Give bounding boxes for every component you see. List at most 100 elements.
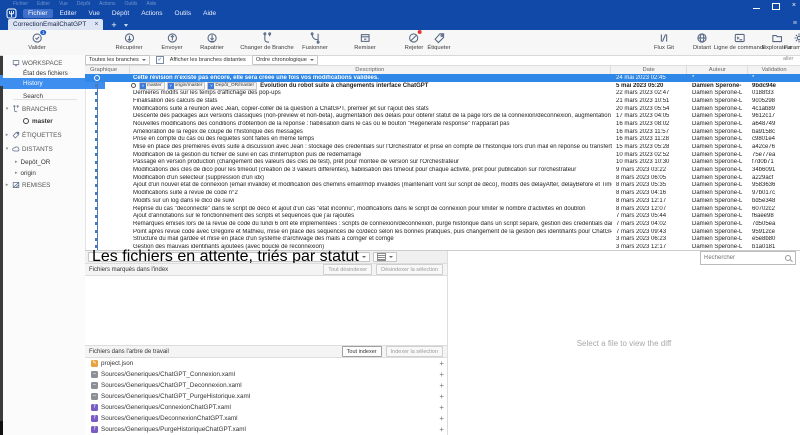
- file-row[interactable]: − Sources/Generiques/ChatGPT_Deconnexion…: [85, 380, 447, 391]
- commit-date: 20 mars 2023 05:54: [612, 106, 688, 112]
- commit-row[interactable]: Modifications des clés de dico pour les …: [85, 166, 800, 174]
- unstage-selection-button[interactable]: Désindexer la sélection: [376, 264, 443, 275]
- commit-hash: bd5e348: [748, 198, 800, 204]
- menu-editer[interactable]: Editer: [55, 9, 82, 18]
- commit-author: Damien Sperone-L: [688, 90, 748, 96]
- commit-date: 16 mars 2023 11:57: [612, 129, 688, 135]
- file-row[interactable]: − Sources/Generiques/ChatGPT_PurgeHistor…: [85, 391, 447, 402]
- commit-date: 7 mars 2023 09:43: [612, 229, 688, 235]
- commit-message: Remarques émises lors de la revue de cod…: [133, 221, 612, 227]
- switch-branch-button[interactable]: Changer de Branche: [240, 32, 294, 51]
- commit-author: Damien Sperone-L: [688, 136, 748, 142]
- fetch-button[interactable]: Récupérer: [115, 32, 142, 51]
- file-path: Sources/Generiques/ChatGPT_PurgeHistoriq…: [101, 393, 436, 400]
- close-button[interactable]: ×: [792, 1, 796, 11]
- search-input[interactable]: [701, 255, 785, 261]
- stage-all-button[interactable]: Tout indexer: [342, 346, 382, 357]
- commit-row[interactable]: Remarques émises lors de la revue de cod…: [85, 220, 800, 228]
- file-row[interactable]: ? Sources/Generiques/PurgeHistoriqueChat…: [85, 424, 447, 435]
- tag-button[interactable]: Étiqueter: [427, 32, 450, 51]
- commit-graph-node: [85, 74, 130, 82]
- menu-aide[interactable]: Aide: [198, 9, 221, 18]
- commit-row[interactable]: Prise en compte du cas où des requêtes s…: [85, 136, 800, 144]
- command-line-button[interactable]: Ligne de commande: [714, 32, 767, 51]
- branch-badge[interactable]: Yorigin/master: [167, 82, 206, 90]
- tab-correctionemailchatgpt[interactable]: CorrectionEmailChatGPT ×: [8, 19, 103, 30]
- column-graphique[interactable]: Graphique: [85, 66, 130, 74]
- order-filter-dropdown[interactable]: Ordre chronologique: [252, 55, 318, 65]
- commit-count-badge: 1: [39, 29, 47, 36]
- commit-row[interactable]: Modifications suite à revue de code n°2 …: [85, 189, 800, 197]
- stash-button[interactable]: Remiser: [354, 32, 376, 51]
- stage-file-button[interactable]: +: [439, 425, 444, 434]
- new-tab-button[interactable]: +: [111, 20, 116, 30]
- menu-actions[interactable]: Actions: [136, 9, 167, 18]
- commit-row[interactable]: YmasterYorigin/masterYDepôt_OR/master Ev…: [85, 82, 800, 90]
- commit-row[interactable]: Descente des packages aux versions class…: [85, 112, 800, 120]
- discard-button[interactable]: Rejeter: [405, 32, 424, 51]
- unstage-all-button[interactable]: Tout désindexer: [323, 264, 372, 275]
- stage-file-button[interactable]: +: [439, 414, 444, 423]
- commit-row[interactable]: Ajout d'un nouvel état de connexion (ema…: [85, 182, 800, 190]
- branch-badge[interactable]: YDepôt_OR/master: [207, 82, 257, 90]
- sidebar-section-etiquettes[interactable]: ▸ ÉTIQUETTES: [3, 130, 85, 140]
- column-validation[interactable]: Validation: [748, 66, 800, 74]
- menu-fichier[interactable]: Fichier: [23, 9, 53, 18]
- branch-badge[interactable]: Ymaster: [139, 82, 165, 90]
- pull-button[interactable]: Rapatrier: [200, 32, 224, 51]
- commit-row[interactable]: Nouvelles modifications des conditions d…: [85, 120, 800, 128]
- sidebar-section-remises[interactable]: ▸ REMISES: [3, 180, 85, 190]
- stage-file-button[interactable]: +: [439, 381, 444, 390]
- commit-row[interactable]: Finalisation des calculs de stats 21 mar…: [85, 97, 800, 105]
- menu-vue[interactable]: Vue: [84, 9, 105, 18]
- commit-row[interactable]: Cette révision n'existe pas encore, elle…: [85, 74, 800, 82]
- tab-dropdown-caret-icon[interactable]: [124, 24, 128, 27]
- commit-row[interactable]: Ajout d'annotations sur le fonctionnemen…: [85, 212, 800, 220]
- commit-row[interactable]: Structure du mail gardée et mise en plac…: [85, 235, 800, 243]
- commit-row[interactable]: Point après revue code avec Grégoire et …: [85, 228, 800, 236]
- commit-row[interactable]: Dernieres modifs sur les temps d'afficha…: [85, 89, 800, 97]
- stage-file-button[interactable]: +: [439, 403, 444, 412]
- tab-list-icon[interactable]: ≡: [793, 20, 797, 27]
- stage-file-button[interactable]: +: [439, 359, 444, 368]
- file-row[interactable]: ? Sources/Generiques/ConnexionChatGPT.xa…: [85, 402, 447, 413]
- settings-button[interactable]: Paramètres: [784, 32, 800, 51]
- stage-selection-button[interactable]: Indexer la sélection: [386, 346, 443, 357]
- commit-row[interactable]: Modifications suite à réunion avec Jean,…: [85, 105, 800, 113]
- menu-outils[interactable]: Outils: [170, 9, 197, 18]
- column-auteur[interactable]: Auteur: [687, 66, 748, 74]
- maximize-button[interactable]: [772, 3, 780, 10]
- menu-depot[interactable]: Dépôt: [107, 9, 134, 18]
- file-row[interactable]: ? Sources/Generiques/DeconnexionChatGPT.…: [85, 413, 447, 424]
- column-date[interactable]: Date: [611, 66, 688, 74]
- merge-button[interactable]: Fusionner: [302, 32, 328, 51]
- file-row[interactable]: ✎ project.json +: [85, 358, 447, 369]
- tab-close-icon[interactable]: ×: [94, 21, 98, 28]
- file-path: Sources/Generiques/DeconnexionChatGPT.xa…: [101, 415, 436, 422]
- sidebar-section-branches[interactable]: ▾ BRANCHES: [3, 104, 85, 114]
- sidebar-section-distants[interactable]: ▾ DISTANTS: [3, 144, 85, 154]
- commit-graph-node: [85, 174, 130, 182]
- minimize-button[interactable]: [753, 8, 760, 9]
- remote-button[interactable]: Distant: [693, 32, 711, 51]
- commit-row[interactable]: Modification de la gestion du fichier de…: [85, 151, 800, 159]
- commit-graph-node: [85, 97, 130, 105]
- commit-row[interactable]: Modifs sur un log dans le dico de suivi …: [85, 197, 800, 205]
- commit-row[interactable]: Amélioration de la regex de coupe de l'h…: [85, 128, 800, 136]
- stage-file-button[interactable]: +: [439, 392, 444, 401]
- git-flow-button[interactable]: Flux Git: [654, 32, 674, 51]
- commit-row[interactable]: Reprise du cas "deconnecte" dans le scri…: [85, 205, 800, 213]
- column-description[interactable]: Description: [130, 66, 611, 74]
- commit-hash: 4c1ab89: [748, 106, 800, 112]
- show-remote-branches-checkbox[interactable]: ✓: [156, 56, 164, 64]
- view-mode-dropdown[interactable]: [373, 252, 397, 262]
- commit-row[interactable]: Mise en place des premières évols suite …: [85, 143, 800, 151]
- push-button[interactable]: Envoyer: [161, 32, 182, 51]
- commit-row[interactable]: Modification d'un sélecteur (suppression…: [85, 174, 800, 182]
- stage-file-button[interactable]: +: [439, 370, 444, 379]
- pending-files-dropdown[interactable]: Les fichiers en attente, triés par statu…: [88, 252, 370, 262]
- commit-row[interactable]: Passage en version production (changemen…: [85, 159, 800, 167]
- file-row[interactable]: − Sources/Generiques/ChatGPT_Connexion.x…: [85, 369, 447, 380]
- commit-button[interactable]: 1 Valider: [28, 32, 46, 51]
- branch-filter-dropdown[interactable]: Toutes les branches: [85, 55, 150, 65]
